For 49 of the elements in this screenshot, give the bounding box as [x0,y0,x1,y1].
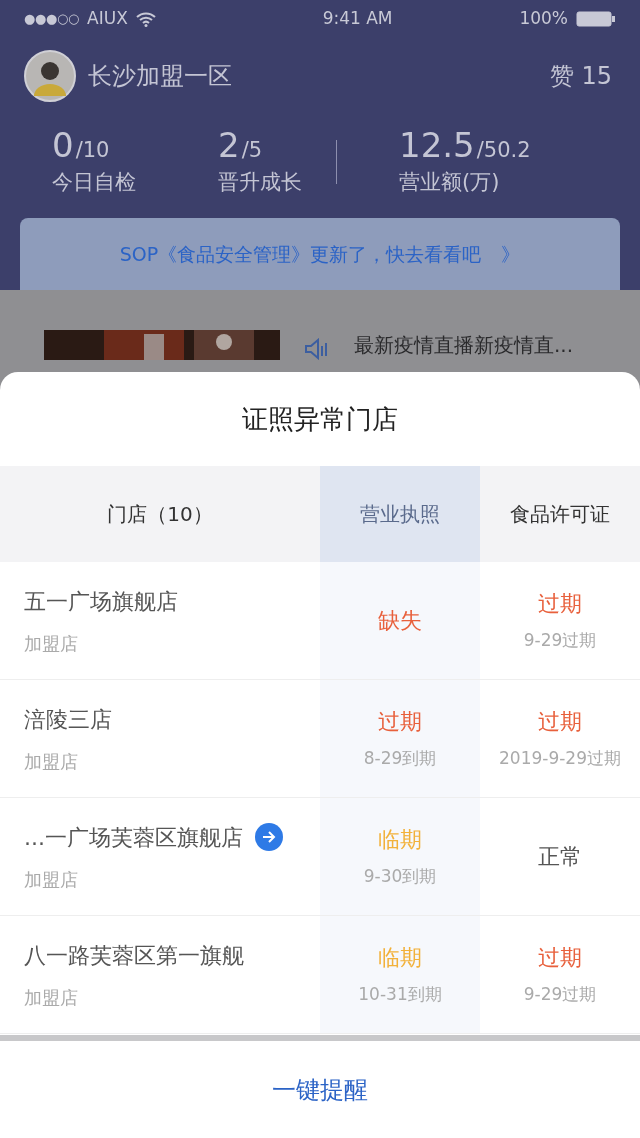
due-date: 10-31到期 [358,983,442,1007]
arrow-right-icon[interactable] [255,823,283,851]
stat-value: 0 [52,126,74,164]
banner-arrow: 》 [501,241,521,267]
stat-label: 今日自检 [52,168,137,196]
store-name: 八一路芙蓉区第一旗舰 [24,941,244,970]
column-tab[interactable]: 食品许可证 [480,466,640,562]
store-name: 涪陵三店 [24,705,112,734]
due-date: 9-29过期 [523,983,597,1007]
clock: 9:41 AM [321,7,393,31]
banner-text: SOP《食品安全管理》更新了，快去看看吧 [119,241,482,267]
stat-value: 12.5 [399,126,475,164]
audio-icon [304,338,330,360]
like-count: 赞 15 [549,61,612,92]
status-text: 临期 [378,826,422,855]
wifi-icon [135,11,156,27]
due-date: 9-30到期 [363,865,437,889]
sheet-title: 证照异常门店 [242,402,398,436]
status-text: 过期 [538,944,582,973]
stat-total: /10 [75,137,110,164]
status-text: 过期 [378,708,422,737]
due-date: 8-29到期 [363,747,437,771]
store-type: 加盟店 [24,985,79,1010]
column-tab[interactable]: 门店（10） [0,466,320,562]
stat-value: 2 [218,126,240,164]
status-text: 正常 [538,843,582,871]
avatar-icon [24,50,76,102]
battery-percent: 100% [519,7,568,31]
carrier-name: AIUX [87,7,128,31]
stat-total: /5 [241,137,263,164]
status-text: 缺失 [378,607,422,635]
store-type: 加盟店 [24,749,79,774]
stat-total: /50.2 [476,137,531,164]
region-name: 长沙加盟一区 [88,61,232,92]
due-date: 9-29过期 [523,629,597,653]
battery-icon [576,11,616,27]
signal-indicator: ●●●○○ [24,10,80,29]
store-name: 五一广场旗舰店 [24,587,178,616]
stat-label: 营业额(万) [399,168,501,196]
column-tab[interactable]: 营业执照 [320,466,480,562]
status-text: 过期 [538,590,582,619]
status-text: 临期 [378,944,422,973]
status-text: 过期 [538,708,582,737]
stat-label: 晋升成长 [218,168,302,196]
store-name: ...一广场芙蓉区旗舰店 [24,823,243,852]
store-type: 加盟店 [24,867,79,892]
news-title[interactable]: 最新疫情直播新疫情直... [354,330,574,360]
due-date: 2019-9-29过期 [499,747,621,771]
store-type: 加盟店 [24,631,79,656]
